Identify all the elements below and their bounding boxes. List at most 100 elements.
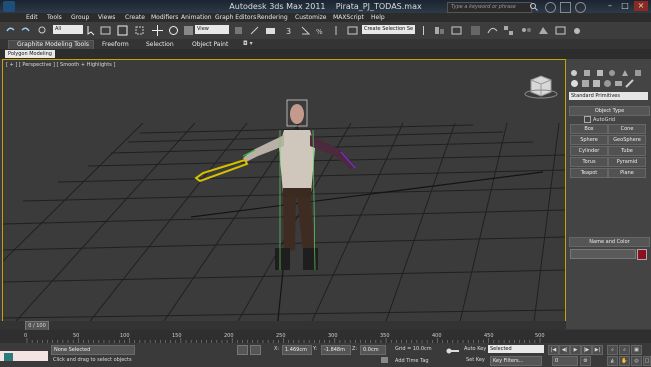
close-button[interactable]: × [634,1,648,11]
object-color-swatch[interactable] [637,249,647,260]
play-icon[interactable]: ▶ [570,345,581,355]
lock-selection-icon[interactable] [237,345,248,355]
utilities-panel-icon[interactable] [625,79,634,88]
menu-group[interactable]: Group [71,14,89,21]
search-input[interactable]: Type a keyword or phrase [447,2,532,13]
object-type-rollout[interactable]: Object Type [569,106,650,116]
go-to-end-icon[interactable]: ▶| [592,345,603,355]
x-coordinate-field[interactable]: 1.469cm [282,345,312,355]
menu-maxscript[interactable]: MAXScript [333,14,364,21]
key-mode-dropdown[interactable]: Selected [488,345,544,353]
modify-panel-icon[interactable] [581,79,590,88]
graphite-toggle-icon[interactable] [470,25,481,36]
menu-modifiers[interactable]: Modifiers [151,14,178,21]
percent-snap-icon[interactable]: % [315,25,326,36]
geosphere-button[interactable]: GeoSphere [608,135,646,145]
reference-coordinate-dropdown[interactable]: View [195,25,229,34]
angle-snap-icon[interactable] [300,25,311,36]
time-config-icon[interactable]: ⚙ [580,356,591,366]
orbit-icon[interactable]: ◎ [631,356,642,366]
scale-icon[interactable] [183,25,194,36]
zoom-extents-icon[interactable]: ▣ [631,345,642,355]
motion-panel-icon[interactable] [603,79,612,88]
menu-edit[interactable]: Edit [26,14,38,21]
teapot-button[interactable]: Teapot [570,168,608,178]
maxscript-icon[interactable] [4,353,13,361]
next-frame-icon[interactable]: |▶ [581,345,592,355]
material-editor-icon[interactable] [521,25,532,36]
communication-center-icon[interactable] [545,2,556,13]
zoom-all-icon[interactable]: ⌕ [619,345,630,355]
select-manipulate-icon[interactable] [249,25,260,36]
redo-icon[interactable] [20,25,31,36]
z-coordinate-field[interactable]: 0.0cm [360,345,386,355]
selection-filter-dropdown[interactable]: All [53,25,83,34]
go-to-start-icon[interactable]: |◀ [548,345,559,355]
time-tag-icon[interactable] [380,356,389,364]
rendered-frame-window-icon[interactable] [555,25,566,36]
keyboard-shortcut-icon[interactable] [265,25,276,36]
undo-icon[interactable] [5,25,16,36]
pyramid-button[interactable]: Pyramid [608,157,646,167]
named-selection-dropdown[interactable]: Create Selection Se [362,25,415,34]
current-frame-field[interactable]: 0 [552,356,578,366]
snaps-toggle-icon[interactable]: 3 [285,25,296,36]
key-icon[interactable] [446,347,460,355]
curve-editor-icon[interactable] [487,25,498,36]
spinner-snap-icon[interactable] [331,25,342,36]
tube-button[interactable]: Tube [608,146,646,156]
absolute-mode-icon[interactable] [250,345,261,355]
rotate-icon[interactable] [168,25,179,36]
viewcube-icon[interactable] [524,75,558,99]
hierarchy-panel-icon[interactable] [592,79,601,88]
tab-selection[interactable]: Selection [146,41,174,48]
menu-help[interactable]: Help [371,14,385,21]
pivot-icon[interactable] [233,25,244,36]
track-bar[interactable]: 0 50 100 150 200 250 300 350 400 450 500 [0,330,651,343]
y-coordinate-field[interactable]: -1.848m [321,345,351,355]
select-object-icon[interactable] [86,25,97,36]
menu-create[interactable]: Create [125,14,145,21]
select-by-name-icon[interactable] [100,25,111,36]
layer-manager-icon[interactable] [451,25,462,36]
mirror-icon[interactable] [418,25,429,36]
menu-animation[interactable]: Animation [181,14,212,21]
autogrid-checkbox[interactable]: AutoGrid [584,116,615,123]
menu-tools[interactable]: Tools [47,14,62,21]
box-button[interactable]: Box [570,124,608,134]
cylinder-button[interactable]: Cylinder [570,146,608,156]
object-name-field[interactable] [570,249,636,259]
help-icon[interactable] [575,2,586,13]
previous-frame-icon[interactable]: ◀| [559,345,570,355]
menu-graph-editors[interactable]: Graph Editors [215,14,256,21]
set-key-button[interactable]: Set Key [466,357,485,363]
window-crossing-icon[interactable] [134,25,145,36]
key-filters-button[interactable]: Key Filters... [490,356,542,366]
maximize-viewport-icon[interactable]: □ [643,356,651,366]
menu-customize[interactable]: Customize [295,14,327,21]
sphere-button[interactable]: Sphere [570,135,608,145]
select-link-icon[interactable] [37,25,48,36]
polygon-modeling-button[interactable]: Polygon Modeling [5,50,55,58]
field-of-view-icon[interactable]: ◭ [607,356,618,366]
minimize-button[interactable]: – [603,1,617,11]
edit-named-selection-icon[interactable] [347,25,358,36]
menu-views[interactable]: Views [98,14,115,21]
display-panel-icon[interactable] [614,79,623,88]
align-icon[interactable] [434,25,445,36]
pan-icon[interactable]: ✋ [619,356,630,366]
tab-freeform[interactable]: Freeform [102,41,129,48]
app-logo-icon[interactable] [3,1,15,12]
name-and-color-rollout[interactable]: Name and Color [569,237,650,247]
autogrid-check-icon[interactable] [584,116,591,123]
schematic-view-icon[interactable] [503,25,514,36]
perspective-viewport[interactable]: [ + ] [ Perspective ] [ Smooth + Highlig… [2,59,566,331]
cone-button[interactable]: Cone [608,124,646,134]
menu-rendering[interactable]: Rendering [257,14,288,21]
tab-object-paint[interactable]: Object Paint [192,41,228,48]
time-slider[interactable]: 0 / 100 [0,321,566,331]
search-icon[interactable] [529,2,538,11]
add-time-tag[interactable]: Add Time Tag [395,358,429,364]
favorites-icon[interactable] [560,2,571,13]
torus-button[interactable]: Torus [570,157,608,167]
